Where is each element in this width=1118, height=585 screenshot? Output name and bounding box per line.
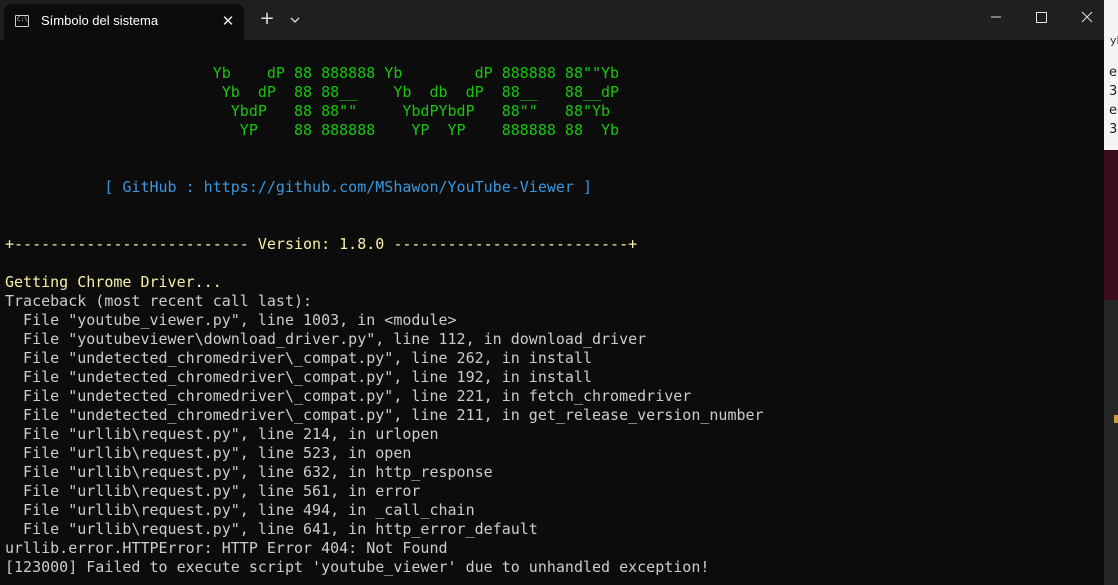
title-bar: C:\ Símbolo del sistema ✕ + xyxy=(0,0,1118,40)
minimize-button[interactable] xyxy=(973,0,1019,34)
status-line: Getting Chrome Driver... xyxy=(5,273,222,291)
version-line: +-------------------------- Version: 1.8… xyxy=(5,235,638,253)
traceback-line: File "urllib\request.py", line 641, in h… xyxy=(5,520,538,538)
new-tab-button[interactable]: + xyxy=(256,8,278,32)
background-marker xyxy=(1114,415,1118,423)
banner-line: YP 88 888888 YP YP 888888 88 Yb xyxy=(5,121,620,139)
traceback-line: File "youtubeviewer\download_driver.py",… xyxy=(5,330,647,348)
terminal-icon: C:\ xyxy=(15,15,29,27)
traceback-line: File "urllib\request.py", line 561, in e… xyxy=(5,482,421,500)
traceback-line: File "undetected_chromedriver\_compat.py… xyxy=(5,349,592,367)
banner-line: Yb dP 88 888888 Yb dP 888888 88""Yb xyxy=(5,64,620,82)
tab-title: Símbolo del sistema xyxy=(41,13,159,28)
error-line: urllib.error.HTTPError: HTTP Error 404: … xyxy=(5,539,448,557)
background-text: yb xyxy=(1110,34,1118,47)
traceback-line: File "undetected_chromedriver\_compat.py… xyxy=(5,406,764,424)
close-tab-icon[interactable]: ✕ xyxy=(216,9,240,33)
traceback-line: File "urllib\request.py", line 494, in _… xyxy=(5,501,475,519)
background-text: e xyxy=(1109,65,1117,80)
traceback-line: File "undetected_chromedriver\_compat.py… xyxy=(5,368,592,386)
background-text: 3 xyxy=(1109,84,1118,99)
tab-command-prompt[interactable]: C:\ Símbolo del sistema ✕ xyxy=(4,4,244,40)
chevron-down-icon[interactable] xyxy=(284,8,306,32)
background-text: 3 xyxy=(1109,122,1118,137)
traceback-line: File "undetected_chromedriver\_compat.py… xyxy=(5,387,692,405)
background-text: e xyxy=(1109,103,1117,118)
banner-line: Yb dP 88 88__ Yb db dP 88__ 88__dP xyxy=(5,83,620,101)
traceback-line: File "urllib\request.py", line 632, in h… xyxy=(5,463,493,481)
terminal-output[interactable]: Yb dP 88 888888 Yb dP 888888 88""Yb Yb d… xyxy=(0,40,1104,585)
traceback-line: File "urllib\request.py", line 214, in u… xyxy=(5,425,439,443)
traceback-line: Traceback (most recent call last): xyxy=(5,292,313,310)
maximize-button[interactable] xyxy=(1018,0,1064,34)
traceback-line: File "youtube_viewer.py", line 1003, in … xyxy=(5,311,457,329)
error-line: [123000] Failed to execute script 'youtu… xyxy=(5,558,710,576)
github-link-line: [ GitHub : https://github.com/MShawon/Yo… xyxy=(5,178,592,196)
banner-line: YbdP 88 88"" YbdPYbdP 88"" 88"Yb xyxy=(5,102,611,120)
traceback-line: File "urllib\request.py", line 523, in o… xyxy=(5,444,412,462)
background-window: yb e 3 e 3 xyxy=(1104,0,1118,585)
